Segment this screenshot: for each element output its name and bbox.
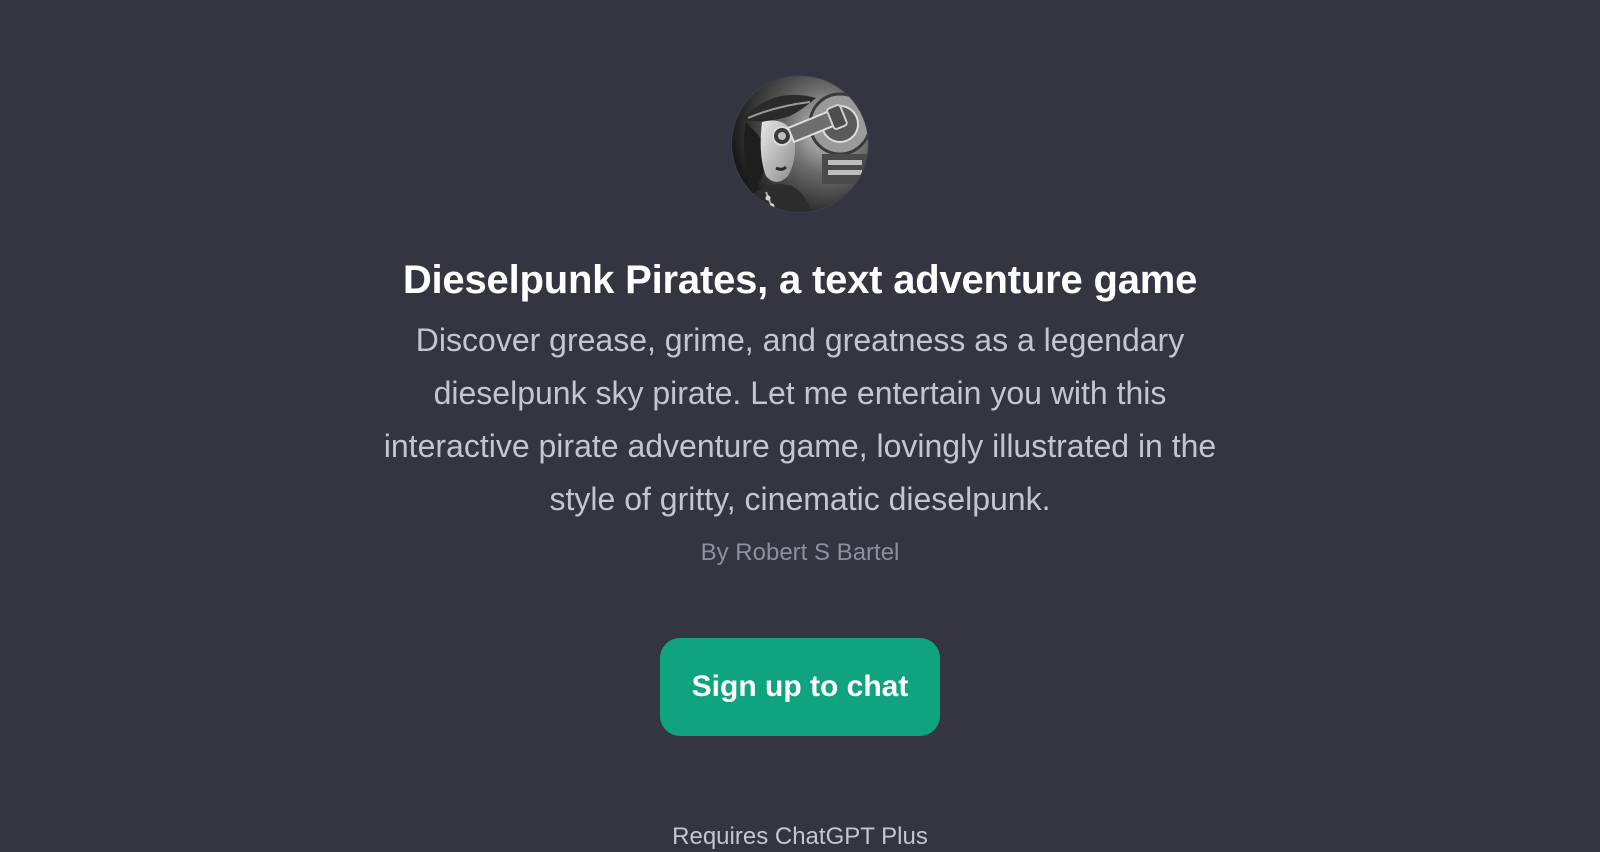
gpt-title: Dieselpunk Pirates, a text adventure gam… (402, 258, 1198, 302)
sign-up-to-chat-button[interactable]: Sign up to chat (660, 638, 940, 736)
gpt-description: Discover grease, grime, and greatness as… (383, 322, 1217, 517)
pirate-portrait-icon (732, 76, 868, 212)
requires-plus-note: Requires ChatGPT Plus (672, 823, 928, 850)
gpt-avatar (732, 76, 868, 212)
gpt-landing-page: Dieselpunk Pirates, a text adventure gam… (0, 0, 1600, 834)
author-byline: By Robert S Bartel (700, 539, 900, 566)
